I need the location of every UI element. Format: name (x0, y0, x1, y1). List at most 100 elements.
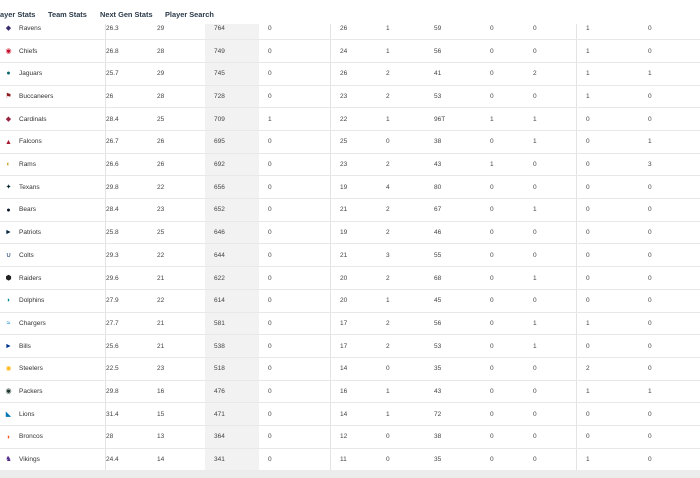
stat-cell: 1 (533, 115, 537, 123)
stat-cell: 23 (340, 92, 348, 100)
nav-team-stats[interactable]: Team Stats (48, 10, 87, 19)
stat-cell: 25 (157, 229, 165, 237)
stat-cell: 11 (340, 456, 347, 464)
stat-cell: 2 (586, 365, 590, 373)
stat-cell: 1 (490, 161, 494, 169)
team-name-link[interactable]: Bears (19, 199, 36, 221)
team-name-link[interactable]: Bills (19, 335, 31, 357)
stat-cell: 2 (533, 70, 537, 78)
nav-player-stats[interactable]: layer Stats (0, 10, 35, 19)
stat-cell: 1 (586, 47, 590, 55)
stat-cell: 21 (340, 251, 348, 259)
stat-cell: 43 (434, 161, 442, 169)
stat-cell: 0 (648, 92, 652, 100)
stat-cell: 2 (386, 70, 390, 78)
stat-cell: 14 (340, 410, 348, 418)
falcons-logo-icon: ▲ (5, 138, 12, 146)
stat-cell: 0 (268, 297, 272, 305)
stat-cell: 0 (586, 206, 590, 214)
team-name-link[interactable]: Packers (19, 381, 42, 403)
stat-cell: 21 (340, 206, 348, 214)
stat-cell: 0 (533, 365, 537, 373)
team-name-link[interactable]: Dolphins (19, 290, 44, 312)
jaguars-logo-icon: ● (6, 70, 11, 78)
stat-cell: 0 (268, 274, 272, 282)
stat-cell: 2 (386, 206, 390, 214)
horizontal-scrollbar[interactable] (0, 470, 700, 478)
stat-cell: 1 (386, 388, 390, 396)
stat-cell: 1 (386, 410, 390, 418)
stat-cell: 0 (586, 229, 590, 237)
stat-cell: 55 (434, 251, 442, 259)
team-name-link[interactable]: Ravens (19, 24, 41, 39)
team-name-link[interactable]: Patriots (19, 222, 41, 244)
bears-logo-icon: ● (6, 206, 11, 214)
stat-cell: 764 (214, 24, 225, 32)
stat-cell: 35 (434, 365, 442, 373)
team-name-link[interactable]: Steelers (19, 358, 43, 380)
stat-cell: 0 (490, 206, 494, 214)
team-name-link[interactable]: Cardinals (19, 108, 46, 130)
steelers-logo-icon: ✺ (5, 365, 12, 373)
stat-cell: 0 (268, 456, 272, 464)
stat-cell: 728 (214, 92, 225, 100)
team-name-link[interactable]: Raiders (19, 267, 41, 289)
team-name-link[interactable]: Colts (19, 245, 34, 267)
nav-player-search[interactable]: Player Search (165, 10, 214, 19)
stat-cell: 0 (533, 456, 537, 464)
team-name-link[interactable]: Falcons (19, 131, 42, 153)
stat-cell: 476 (214, 388, 225, 396)
stat-cell: 0 (533, 251, 537, 259)
table-row: ◉ Chiefs 26.8 28 749 0 24 1 56 0 0 1 0 (0, 40, 700, 63)
stat-cell: 1 (268, 115, 272, 123)
stat-cell: 0 (268, 138, 272, 146)
stat-cell: 28 (157, 47, 165, 55)
stat-cell: 96T (434, 115, 446, 123)
team-name-link[interactable]: Chargers (19, 313, 46, 335)
stat-cell: 1 (386, 297, 390, 305)
team-name-link[interactable]: Lions (19, 403, 35, 425)
team-name-link[interactable]: Buccaneers (19, 86, 53, 108)
stat-cell: 43 (434, 388, 442, 396)
stat-cell: 1 (490, 115, 494, 123)
stat-cell: 3 (648, 161, 652, 169)
stat-cell: 0 (586, 433, 590, 441)
stat-cell: 29 (157, 24, 165, 32)
stat-cell: 22 (340, 115, 348, 123)
team-name-link[interactable]: Broncos (19, 426, 43, 448)
chiefs-logo-icon: ◉ (5, 47, 12, 55)
table-row: ⚑ Buccaneers 26 28 728 0 23 2 53 0 0 1 0 (0, 86, 700, 109)
nav-next-gen-stats[interactable]: Next Gen Stats (100, 10, 153, 19)
stat-cell: 518 (214, 365, 225, 373)
stat-cell: 0 (586, 274, 590, 282)
team-name-link[interactable]: Texans (19, 176, 40, 198)
stat-cell: 25.7 (106, 70, 119, 78)
stat-cell: 0 (268, 70, 272, 78)
team-name-link[interactable]: Vikings (19, 449, 40, 470)
stat-cell: 29.8 (106, 183, 119, 191)
stat-cell: 53 (434, 92, 442, 100)
stat-cell: 0 (533, 24, 537, 32)
stat-cell: 19 (340, 183, 348, 191)
stat-cell: 53 (434, 342, 442, 350)
stat-cell: 15 (157, 410, 165, 418)
team-name-link[interactable]: Rams (19, 154, 36, 176)
stat-cell: 45 (434, 297, 442, 305)
stat-cell: 28.4 (106, 115, 119, 123)
team-name-link[interactable]: Jaguars (19, 63, 42, 85)
table-row: ◗ Dolphins 27.9 22 614 0 20 1 45 0 0 0 0 (0, 290, 700, 313)
stat-cell: 14 (340, 365, 348, 373)
stat-cell: 23 (157, 206, 165, 214)
stat-cell: 56 (434, 47, 442, 55)
stat-cell: 0 (386, 433, 390, 441)
team-name-link[interactable]: Chiefs (19, 40, 37, 62)
stat-cell: 1 (386, 115, 390, 123)
stat-cell: 2 (386, 342, 390, 350)
stat-cell: 1 (533, 138, 537, 146)
stat-cell: 0 (648, 206, 652, 214)
stat-cell: 709 (214, 115, 225, 123)
raiders-logo-icon: ⬢ (5, 274, 12, 282)
stat-cell: 0 (648, 274, 652, 282)
stat-cell: 12 (340, 433, 348, 441)
stat-cell: 41 (434, 70, 442, 78)
